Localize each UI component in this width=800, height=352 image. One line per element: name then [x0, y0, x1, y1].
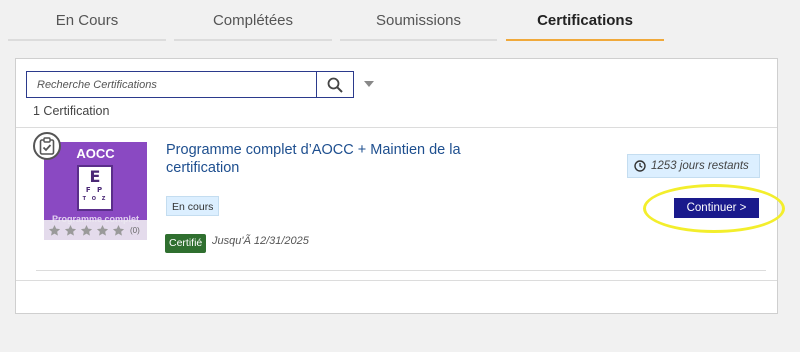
- divider: [16, 127, 777, 128]
- tab-en-cours[interactable]: En Cours: [8, 0, 166, 41]
- search-bar: [26, 71, 386, 98]
- rating: (0): [44, 220, 147, 240]
- days-remaining-text: 1253 jours restants: [651, 160, 749, 172]
- divider: [16, 280, 777, 281]
- search-input[interactable]: [26, 71, 316, 98]
- tab-soumissions[interactable]: Soumissions: [340, 0, 497, 41]
- clock-icon: [634, 160, 646, 172]
- rating-count: (0): [130, 225, 140, 235]
- certified-badge: Certifié: [165, 234, 207, 253]
- expiry-date: Jusqu'Ã 12/31/2025: [212, 235, 309, 247]
- divider: [36, 270, 766, 271]
- tab-completees[interactable]: Complétées: [174, 0, 332, 41]
- certifications-panel: 1 Certification AOCC E F P T O Z Program…: [15, 58, 785, 314]
- chevron-down-icon[interactable]: [364, 81, 374, 87]
- star-icon: [112, 224, 125, 236]
- certification-title-link[interactable]: Programme complet d’AOCC + Maintien de l…: [166, 141, 466, 177]
- star-icon: [48, 224, 61, 236]
- tab-bar: En Cours Complétées Soumissions Certific…: [8, 0, 668, 42]
- days-remaining-badge: 1253 jours restants: [627, 154, 760, 178]
- search-button[interactable]: [316, 71, 354, 98]
- star-icon: [64, 224, 77, 236]
- star-icon: [80, 224, 93, 236]
- tab-certifications[interactable]: Certifications: [506, 0, 664, 41]
- status-badge: En cours: [166, 196, 220, 216]
- search-icon: [327, 77, 343, 93]
- result-count: 1 Certification: [33, 104, 110, 118]
- continue-button[interactable]: Continuer >: [674, 198, 759, 218]
- eye-chart-image: E F P T O Z: [77, 165, 113, 211]
- clipboard-check-icon: [33, 132, 61, 160]
- star-icon: [96, 224, 109, 236]
